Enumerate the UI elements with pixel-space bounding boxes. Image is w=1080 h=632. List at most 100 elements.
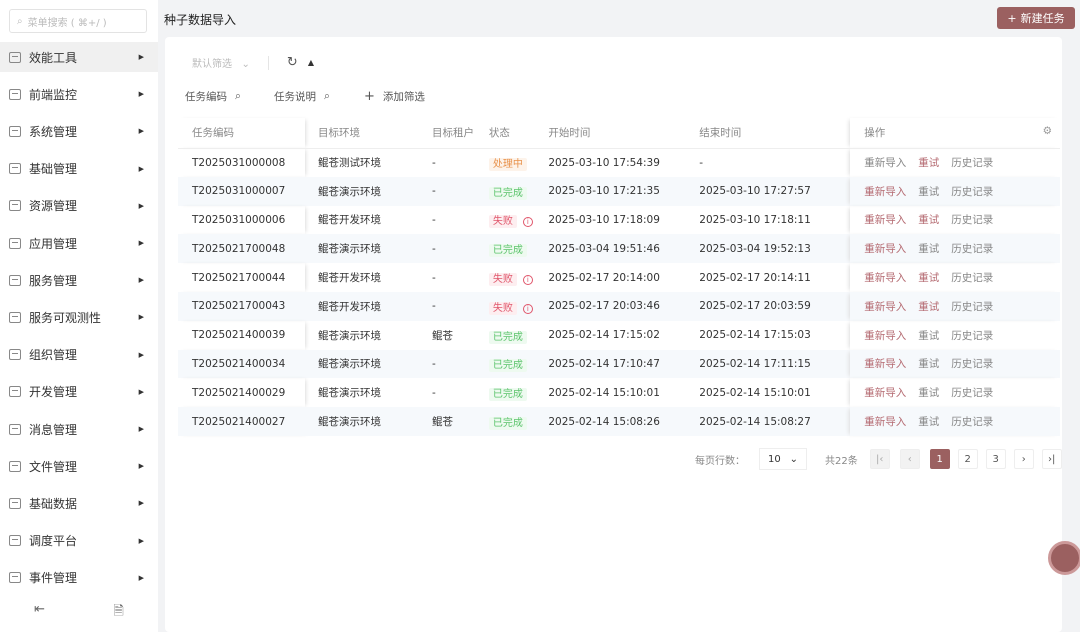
page-3[interactable]: 3 xyxy=(985,449,1006,469)
document-icon[interactable]: 🗎 xyxy=(113,602,123,624)
reimport-link[interactable]: 重新导入 xyxy=(864,416,906,428)
end-time: 2025-02-14 15:08:27 xyxy=(699,407,851,436)
target-env: 鲲苍开发环境 xyxy=(318,272,381,285)
menu-search-input[interactable]: ⌕ 菜单搜索 ( ⌘+/ ) xyxy=(9,9,147,33)
prev-page-button[interactable]: ‹ xyxy=(899,449,920,469)
reimport-link[interactable]: 重新导入 xyxy=(864,157,906,169)
sidebar-item[interactable]: 组织管理 ▶ xyxy=(0,340,158,370)
page-2[interactable]: 2 xyxy=(957,449,978,469)
reimport-link[interactable]: 重新导入 xyxy=(864,214,906,226)
reimport-link[interactable]: 重新导入 xyxy=(864,358,906,370)
sidebar-item[interactable]: 应用管理 ▶ xyxy=(0,228,158,258)
history-link[interactable]: 历史记录 xyxy=(951,157,993,169)
info-icon[interactable]: i xyxy=(522,275,533,286)
table-row: T2025021700048 鲲苍演示环境 - 已完成 2025-03-04 1… xyxy=(178,234,1060,264)
retry-link[interactable]: 重试 xyxy=(918,272,939,284)
sidebar-item[interactable]: 资源管理 ▶ xyxy=(0,191,158,221)
retry-link[interactable]: 重试 xyxy=(918,157,939,169)
refresh-icon[interactable]: ↻ xyxy=(287,55,298,70)
reimport-link[interactable]: 重新导入 xyxy=(864,330,906,342)
reimport-link[interactable]: 重新导入 xyxy=(864,272,906,284)
filter-task-desc[interactable]: 任务说明 ⌕ xyxy=(274,89,330,104)
reimport-link[interactable]: 重新导入 xyxy=(864,186,906,198)
sidebar-item[interactable]: 服务可观测性 ▶ xyxy=(0,302,158,332)
retry-link[interactable]: 重试 xyxy=(918,186,939,198)
caret-right-icon: ▶ xyxy=(138,536,144,545)
sidebar-item[interactable]: 前端监控 ▶ xyxy=(0,79,158,109)
info-icon[interactable]: i xyxy=(522,217,533,228)
status-cell: 已完成 xyxy=(488,234,549,264)
first-page-button[interactable]: |‹ xyxy=(869,449,890,469)
history-link[interactable]: 历史记录 xyxy=(951,272,993,284)
page-size-select[interactable]: 10 ⌄ xyxy=(759,448,807,470)
sidebar-item[interactable]: 服务管理 ▶ xyxy=(0,265,158,295)
sidebar-item[interactable]: 基础数据 ▶ xyxy=(0,488,158,518)
reimport-link[interactable]: 重新导入 xyxy=(864,243,906,255)
collapse-up-icon[interactable]: ▲ xyxy=(308,58,314,67)
sidebar-item[interactable]: 事件管理 ▶ xyxy=(0,563,158,593)
task-code: T2025031000007 xyxy=(178,176,305,206)
caret-right-icon: ▶ xyxy=(138,499,144,508)
col-header: 任务编码 xyxy=(178,118,305,149)
sidebar-item[interactable]: 系统管理 ▶ xyxy=(0,116,158,146)
start-time: 2025-03-10 17:21:35 xyxy=(548,176,700,206)
status-badge: 已完成 xyxy=(488,244,527,258)
default-filter-select[interactable]: 默认筛选 ⌄ xyxy=(192,55,250,70)
history-link[interactable]: 历史记录 xyxy=(951,330,993,342)
info-icon[interactable]: i xyxy=(522,303,533,314)
table-row: T2025021400039 鲲苍演示环境 鲲苍 已完成 2025-02-14 … xyxy=(178,321,1060,350)
history-link[interactable]: 历史记录 xyxy=(951,214,993,226)
retry-link[interactable]: 重试 xyxy=(918,358,939,370)
last-page-button[interactable]: ›| xyxy=(1041,449,1062,469)
col-header-ops: 操作 ⚙ xyxy=(850,118,1060,149)
retry-link[interactable]: 重试 xyxy=(918,243,939,255)
collapse-menu-icon[interactable]: ⇤ xyxy=(34,602,45,624)
new-task-button[interactable]: + 新建任务 xyxy=(997,7,1075,29)
status-badge: 已完成 xyxy=(488,388,527,402)
sidebar-item[interactable]: 消息管理 ▶ xyxy=(0,414,158,444)
retry-link[interactable]: 重试 xyxy=(918,416,939,428)
retry-link[interactable]: 重试 xyxy=(918,214,939,226)
reimport-link[interactable]: 重新导入 xyxy=(864,301,906,313)
status-cell: 已完成 xyxy=(488,349,549,379)
sidebar-item[interactable]: 开发管理 ▶ xyxy=(0,377,158,407)
sidebar-item[interactable]: 基础管理 ▶ xyxy=(0,154,158,184)
status-badge: 已完成 xyxy=(488,330,527,344)
history-link[interactable]: 历史记录 xyxy=(951,387,993,399)
page-title: 种子数据导入 xyxy=(164,13,237,27)
target-env: 鲲苍演示环境 xyxy=(318,387,381,400)
retry-link[interactable]: 重试 xyxy=(918,301,939,313)
target-tenant: - xyxy=(432,213,436,226)
history-link[interactable]: 历史记录 xyxy=(951,243,993,255)
target-tenant: - xyxy=(432,291,489,321)
sidebar-item[interactable]: 效能工具 ▶ xyxy=(0,42,158,72)
caret-right-icon: ▶ xyxy=(138,387,144,396)
task-code: T2025021400027 xyxy=(178,407,305,436)
end-time: 2025-03-04 19:52:13 xyxy=(699,234,851,264)
filter-task-code[interactable]: 任务编码 ⌕ xyxy=(185,89,241,104)
settings-gear-icon[interactable]: ⚙ xyxy=(1043,125,1052,137)
reimport-link[interactable]: 重新导入 xyxy=(864,387,906,399)
caret-right-icon: ▶ xyxy=(138,239,144,247)
chevron-down-icon: ⌄ xyxy=(789,453,798,465)
target-env: 鲲苍演示环境 xyxy=(305,407,432,436)
retry-link[interactable]: 重试 xyxy=(918,330,939,342)
floating-assistant-button[interactable] xyxy=(1048,541,1080,575)
caret-right-icon: ▶ xyxy=(138,573,144,582)
history-link[interactable]: 历史记录 xyxy=(951,186,993,198)
history-link[interactable]: 历史记录 xyxy=(951,358,993,370)
retry-link[interactable]: 重试 xyxy=(918,387,939,399)
col-header: 目标租户 xyxy=(432,118,489,149)
add-filter-button[interactable]: + 添加筛选 xyxy=(364,89,425,104)
sidebar-item[interactable]: 文件管理 ▶ xyxy=(0,451,158,481)
col-header: 状态 xyxy=(488,118,549,149)
end-time: 2025-02-14 17:15:03 xyxy=(699,329,811,342)
next-page-button[interactable]: › xyxy=(1013,449,1034,469)
task-code: T2025021700043 xyxy=(178,291,305,321)
history-link[interactable]: 历史记录 xyxy=(951,301,993,313)
history-link[interactable]: 历史记录 xyxy=(951,416,993,428)
status-cell: 已完成 xyxy=(488,378,549,407)
page-1[interactable]: 1 xyxy=(929,449,950,469)
menu-icon xyxy=(9,200,21,212)
sidebar-item[interactable]: 调度平台 ▶ xyxy=(0,526,158,556)
